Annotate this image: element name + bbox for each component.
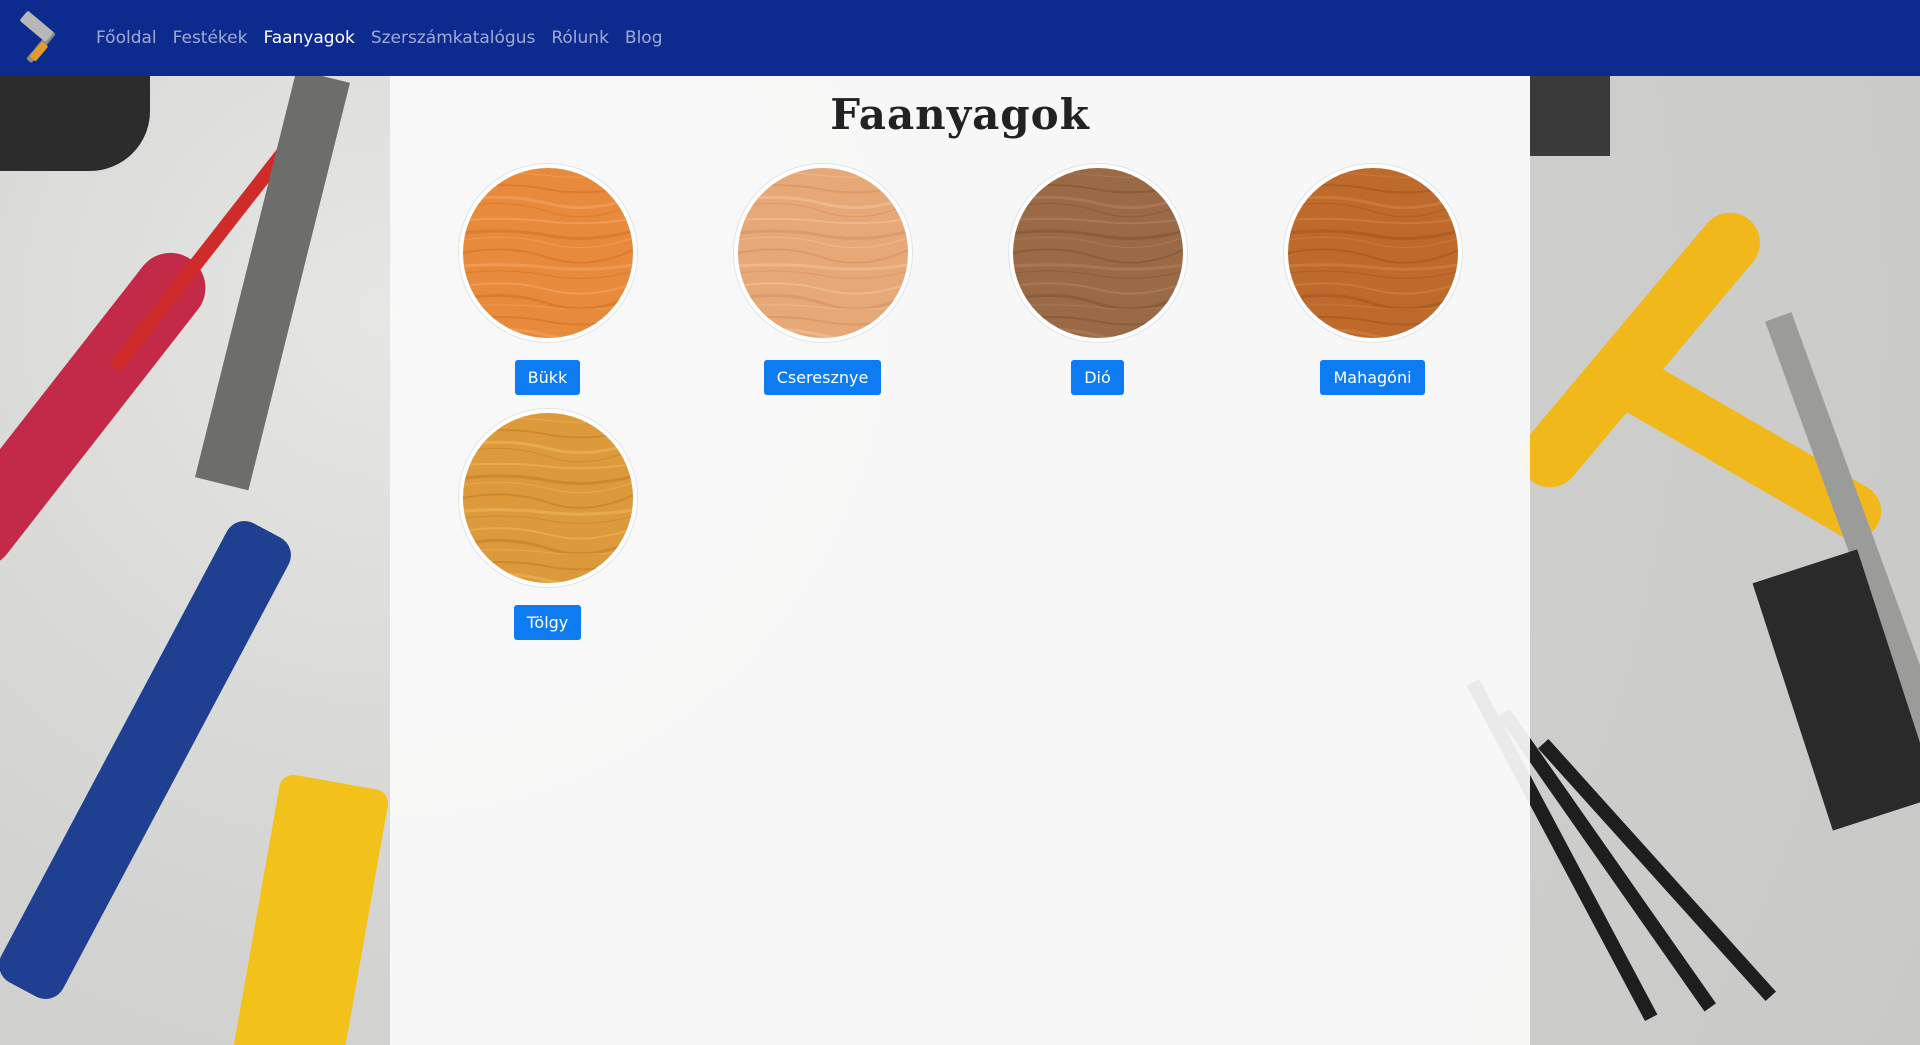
- wood-button-bukk[interactable]: Bükk: [514, 360, 581, 395]
- hammer-icon[interactable]: [14, 10, 70, 66]
- wood-image-cseresznye: [733, 164, 912, 342]
- sanding-block-shape: [1752, 549, 1920, 831]
- screwdriver-handle-shape: [0, 238, 220, 582]
- wood-button-cseresznye[interactable]: Cseresznye: [763, 360, 882, 395]
- nav-link-rolunk[interactable]: Rólunk: [543, 20, 617, 56]
- wood-button-dio[interactable]: Dió: [1071, 360, 1124, 395]
- wood-button-tolgy[interactable]: Tölgy: [513, 605, 582, 640]
- spirit-level-shape: [229, 772, 391, 1045]
- wood-card: Tölgy: [410, 409, 685, 640]
- wood-card: Mahagóni: [1235, 164, 1510, 395]
- wood-card: Bükk: [410, 164, 685, 395]
- nav-link-fooldal[interactable]: Főoldal: [88, 20, 165, 56]
- nav-links: Főoldal Festékek Faanyagok Szerszámkatal…: [88, 20, 671, 56]
- navbar: Főoldal Festékek Faanyagok Szerszámkatal…: [0, 0, 1920, 76]
- content-panel: Faanyagok Bükk Cseresznye Dió Mahagóni T…: [390, 76, 1530, 1045]
- wood-grid: Bükk Cseresznye Dió Mahagóni Tölgy: [410, 164, 1510, 640]
- hex-key2-shape: [1498, 708, 1716, 1012]
- nav-link-blog[interactable]: Blog: [617, 20, 671, 56]
- wood-button-mahagoni[interactable]: Mahagóni: [1320, 360, 1425, 395]
- nav-link-szerszamkatalogus[interactable]: Szerszámkatalógus: [363, 20, 544, 56]
- nav-link-festekek[interactable]: Festékek: [165, 20, 256, 56]
- nav-link-faanyagok[interactable]: Faanyagok: [255, 20, 362, 56]
- wood-image-tolgy: [458, 409, 637, 587]
- wood-card: Cseresznye: [685, 164, 960, 395]
- wood-card: Dió: [960, 164, 1235, 395]
- page-title: Faanyagok: [830, 90, 1090, 139]
- wood-image-mahagoni: [1283, 164, 1462, 342]
- hammer-head-shape: [1530, 76, 1610, 156]
- wood-image-dio: [1008, 164, 1187, 342]
- file-shape: [195, 69, 350, 491]
- wood-image-bukk: [458, 164, 637, 342]
- gloves-shape: [0, 76, 150, 171]
